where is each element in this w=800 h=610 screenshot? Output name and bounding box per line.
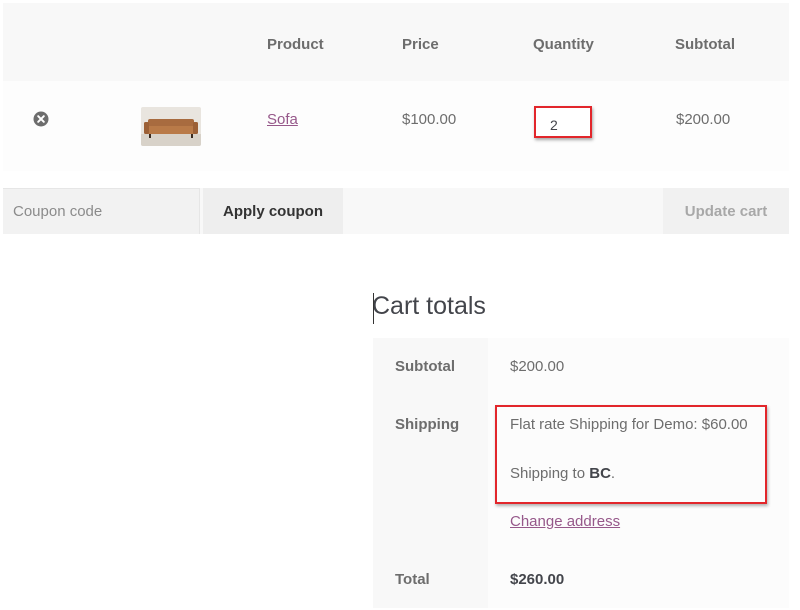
circle-x-icon[interactable] [33, 111, 49, 127]
quantity-input[interactable] [550, 117, 586, 133]
totals-label-column [373, 338, 488, 608]
header-price: Price [402, 36, 439, 53]
change-address-link[interactable]: Change address [510, 513, 620, 530]
totals-total-value: $260.00 [510, 571, 565, 588]
text-cursor [373, 293, 374, 324]
item-subtotal: $200.00 [676, 111, 731, 128]
totals-shipping-label: Shipping [395, 416, 460, 433]
header-subtotal: Subtotal [675, 36, 735, 53]
cart-totals-title: Cart totals [372, 292, 486, 320]
item-price: $100.00 [402, 111, 457, 128]
product-link-sofa[interactable]: Sofa [267, 111, 298, 128]
shipping-info-highlight [495, 405, 767, 504]
header-quantity: Quantity [533, 36, 594, 53]
totals-total-label: Total [395, 571, 430, 588]
sofa-product-image[interactable] [141, 107, 201, 146]
quantity-field-highlight [534, 106, 592, 138]
header-product: Product [267, 36, 324, 53]
coupon-code-input[interactable] [3, 188, 200, 234]
totals-subtotal-label: Subtotal [395, 358, 455, 375]
update-cart-button[interactable]: Update cart [663, 188, 789, 234]
table-row [3, 81, 789, 171]
cart-table-header: Product Price Quantity Subtotal [3, 3, 789, 81]
totals-subtotal-value: $200.00 [510, 358, 565, 375]
apply-coupon-button[interactable]: Apply coupon [203, 188, 343, 234]
